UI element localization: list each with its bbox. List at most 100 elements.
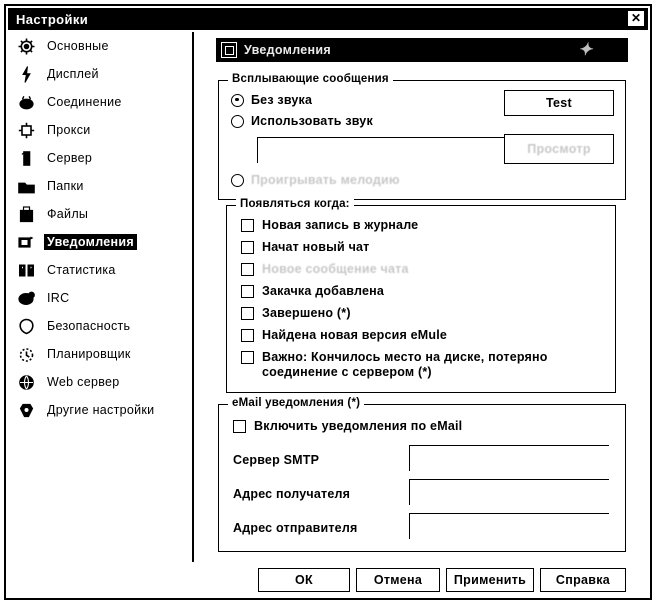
sidebar-item-12[interactable]: Планировщик [8, 340, 192, 368]
checkbox-appear-1[interactable]: Новая запись в журнале [241, 218, 593, 233]
sidebar-item-label: Web сервер [47, 375, 120, 389]
label-sender-address: Адрес отправителя [233, 521, 358, 535]
test-button[interactable]: Test [504, 90, 614, 116]
sidebar-item-label: IRC [47, 291, 70, 305]
notifications-icon [221, 42, 237, 58]
checkbox-appear-1-label: Новая запись в журнале [262, 218, 419, 232]
checkbox-enable-email-label: Включить уведомления по eMail [254, 419, 463, 433]
recipient-address-input[interactable] [409, 479, 609, 505]
other-icon [16, 400, 36, 420]
appear-when-group: Появляться когда: Новая запись в журнале Н… [226, 198, 616, 393]
checkbox-appear-3-label: Новое сообщение чата [262, 262, 409, 276]
checkbox-appear-2-label: Начат новый чат [262, 240, 370, 254]
checkbox-appear-4-box[interactable] [241, 285, 254, 298]
smtp-server-input[interactable] [409, 445, 609, 471]
checkbox-appear-4-label: Закачка добавлена [262, 284, 385, 298]
checkbox-appear-2-box[interactable] [241, 241, 254, 254]
sidebar-item-2[interactable]: Дисплей [8, 60, 192, 88]
scheduler-icon [16, 344, 36, 364]
checkbox-appear-5-box[interactable] [241, 307, 254, 320]
titlebar: Настройки ✕ [8, 8, 648, 30]
popup-messages-group-title: Всплывающие сообщения [228, 73, 393, 85]
security-icon [16, 316, 36, 336]
radio-use-sound-label: Использовать звук [251, 114, 373, 128]
help-button[interactable]: Справка [540, 568, 626, 592]
checkbox-appear-3-box[interactable] [241, 263, 254, 276]
folder-icon [16, 176, 36, 196]
radio-use-sound[interactable]: Использовать звук [231, 114, 373, 128]
browse-button[interactable]: Просмотр [504, 134, 614, 164]
close-icon[interactable]: ✕ [627, 10, 645, 27]
checkbox-appear-2[interactable]: Начат новый чат [241, 240, 593, 255]
connection-icon [16, 92, 36, 112]
sidebar-item-7[interactable]: Файлы [8, 200, 192, 228]
window-title: Настройки [16, 11, 89, 27]
checkbox-appear-6-box[interactable] [241, 329, 254, 342]
notify-icon [16, 232, 36, 252]
checkbox-appear-1-box[interactable] [241, 219, 254, 232]
sidebar-item-6[interactable]: Папки [8, 172, 192, 200]
settings-dialog: Настройки ✕ Основные Дисплей Соединение Про… [4, 4, 652, 600]
cancel-button[interactable]: Отмена [356, 568, 440, 592]
sidebar-item-5[interactable]: Сервер [8, 144, 192, 172]
sound-path-input[interactable] [257, 137, 509, 163]
sidebar-item-label: Статистика [47, 263, 116, 277]
browse-button-label: Просмотр [527, 142, 591, 156]
panel-title: Уведомления [244, 43, 331, 57]
sidebar-item-11[interactable]: Безопасность [8, 312, 192, 340]
sidebar-item-1[interactable]: Основные [8, 32, 192, 60]
display-icon [16, 64, 36, 84]
sidebar-item-label: Уведомления [44, 234, 137, 250]
sidebar-item-8[interactable]: Уведомления [8, 228, 192, 256]
checkbox-appear-3[interactable]: Новое сообщение чата [241, 262, 593, 277]
sidebar-item-3[interactable]: Соединение [8, 88, 192, 116]
sidebar-item-label: Сервер [47, 151, 93, 165]
sidebar-item-10[interactable]: IRC [8, 284, 192, 312]
appear-when-group-title: Появляться когда: [236, 198, 354, 210]
radio-no-sound[interactable]: Без звука [231, 93, 312, 107]
radio-play-melody[interactable]: Проигрывать мелодию [231, 173, 400, 187]
sidebar-item-label: Дисплей [47, 67, 99, 81]
sidebar-item-label: Файлы [47, 207, 89, 221]
webserver-icon [16, 372, 36, 392]
checkbox-enable-email-box[interactable] [233, 420, 246, 433]
checkbox-appear-5-label: Завершено (*) [262, 306, 351, 320]
sidebar-item-label: Другие настройки [47, 403, 155, 417]
ok-button[interactable]: ОК [258, 568, 350, 592]
proxy-icon [16, 120, 36, 140]
checkbox-appear-5[interactable]: Завершено (*) [241, 306, 593, 321]
panel-header: Уведомления ✦ [216, 38, 628, 62]
radio-use-sound-indicator[interactable] [231, 114, 244, 128]
email-notifications-group: eMail уведомления (*) Включить уведомлен… [218, 397, 626, 552]
sender-address-input[interactable] [409, 513, 609, 539]
sidebar-item-14[interactable]: Другие настройки [8, 396, 192, 424]
radio-no-sound-indicator[interactable] [231, 93, 244, 107]
email-group-title: eMail уведомления (*) [228, 397, 365, 409]
checkbox-appear-7-box[interactable] [241, 351, 254, 364]
gear-icon [16, 36, 36, 56]
checkbox-appear-7-label: Важно: Кончилось место на диске, потерян… [262, 350, 548, 379]
stats-icon [16, 260, 36, 280]
checkbox-appear-4[interactable]: Закачка добавлена [241, 284, 593, 299]
sidebar-item-label: Папки [47, 179, 84, 193]
checkbox-enable-email[interactable]: Включить уведомления по eMail [233, 419, 462, 434]
radio-play-melody-label: Проигрывать мелодию [251, 173, 400, 187]
checkbox-appear-6-label: Найдена новая версия eMule [262, 328, 448, 342]
sidebar-item-label: Основные [47, 39, 109, 53]
checkbox-appear-7[interactable]: Важно: Кончилось место на диске, потерян… [241, 350, 593, 380]
sidebar-item-9[interactable]: Статистика [8, 256, 192, 284]
sidebar-item-label: Прокси [47, 123, 91, 137]
irc-icon [16, 288, 36, 308]
radio-play-melody-indicator[interactable] [231, 173, 244, 187]
dialog-content: Основные Дисплей Соединение Прокси Сервер Пап… [8, 32, 648, 598]
apply-button[interactable]: Применить [446, 568, 534, 592]
sidebar-item-label: Безопасность [47, 319, 131, 333]
sidebar-item-13[interactable]: Web сервер [8, 368, 192, 396]
server-icon [16, 148, 36, 168]
checkbox-appear-6[interactable]: Найдена новая версия eMule [241, 328, 593, 343]
files-icon [16, 204, 36, 224]
sidebar-item-label: Соединение [47, 95, 122, 109]
footer-buttons: ОК Отмена Применить Справка [8, 562, 648, 598]
radio-no-sound-label: Без звука [251, 93, 313, 107]
sidebar-item-4[interactable]: Прокси [8, 116, 192, 144]
